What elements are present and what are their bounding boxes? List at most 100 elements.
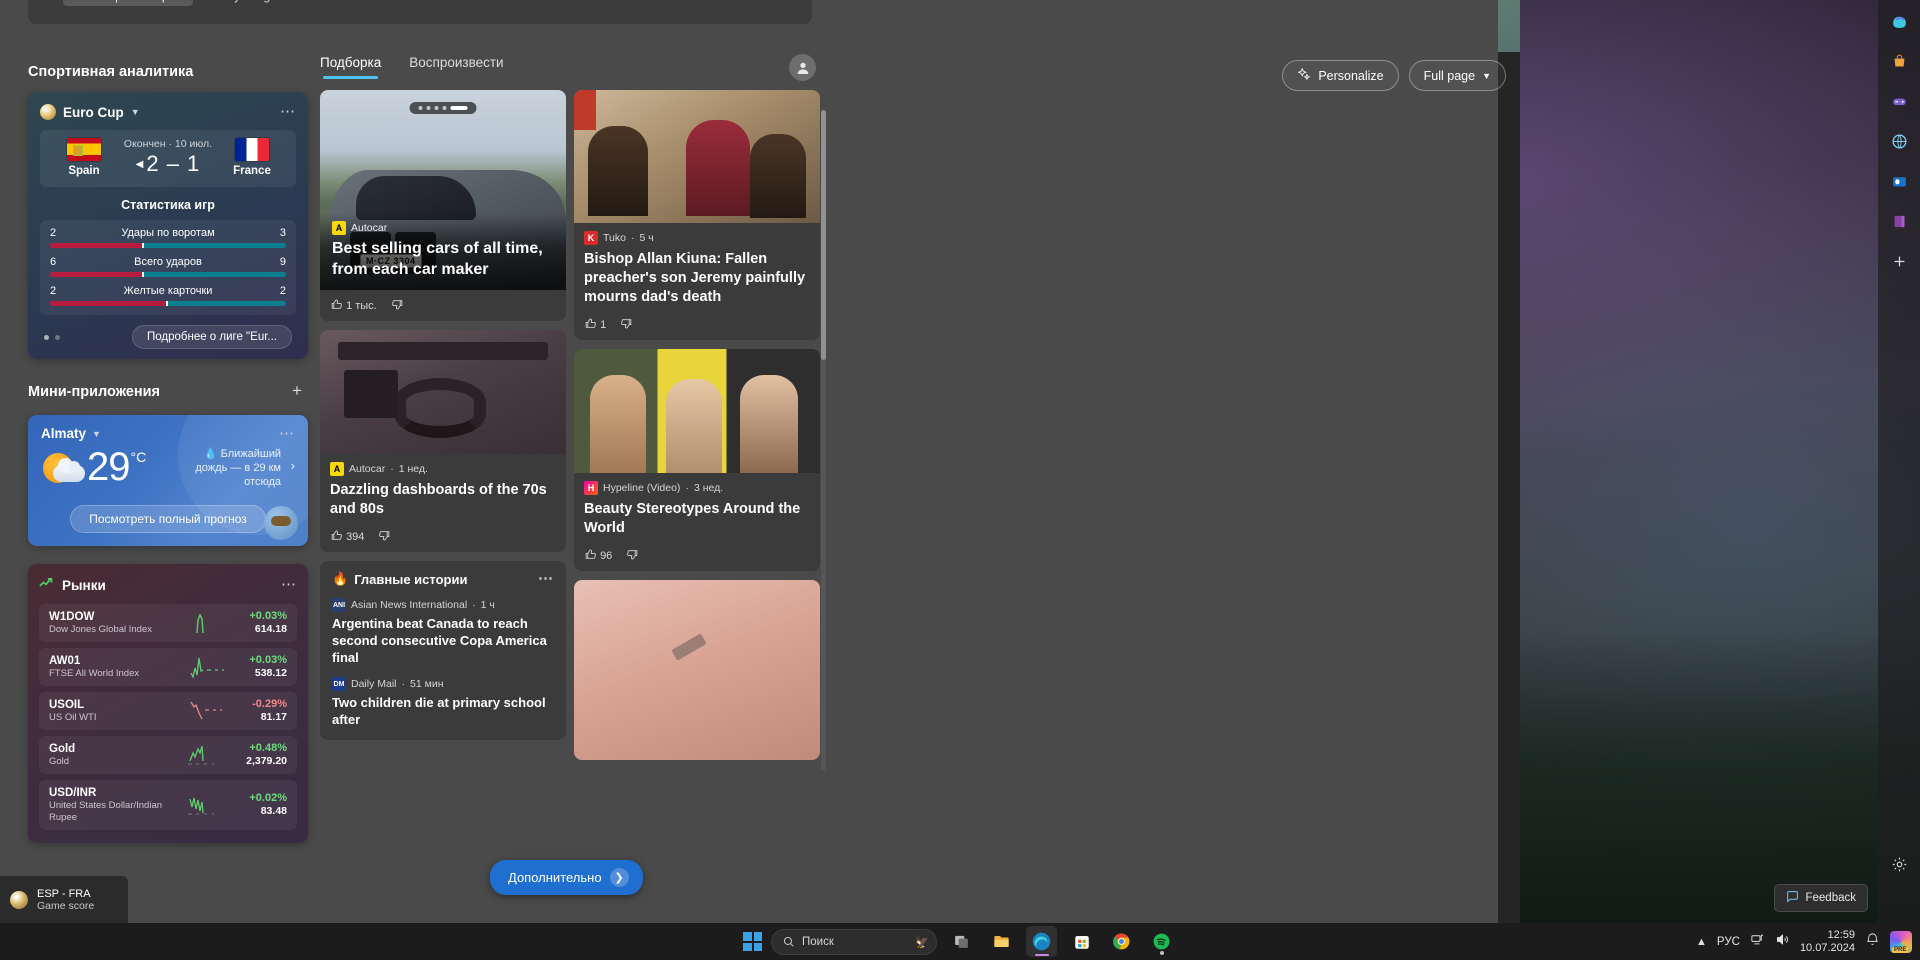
hero-news-card[interactable]: M·CZ 3304 A Autocar Best selling cars of… bbox=[320, 90, 566, 321]
add-tool-icon[interactable] bbox=[1886, 248, 1912, 274]
settings-gear-icon[interactable] bbox=[1886, 851, 1912, 877]
like-button[interactable]: 1 bbox=[584, 317, 606, 331]
chevron-down-icon[interactable]: ▼ bbox=[131, 107, 140, 117]
file-explorer-button[interactable] bbox=[986, 926, 1017, 957]
outlook-icon[interactable] bbox=[1886, 168, 1912, 194]
mini-apps-label: Мини-приложения bbox=[28, 384, 160, 400]
match-score-row[interactable]: Spain Окончен · 10 июл. ◀2 – 1 France bbox=[40, 130, 296, 187]
edge-sidebar-rail bbox=[1878, 0, 1920, 923]
thumbs-down-icon bbox=[379, 531, 390, 541]
dislike-button[interactable] bbox=[626, 548, 639, 562]
like-button[interactable]: 96 bbox=[584, 548, 612, 562]
search-input[interactable]: Поиск 🦅 bbox=[771, 928, 937, 955]
market-row[interactable]: USD/INR United States Dollar/Indian Rupe… bbox=[39, 780, 297, 830]
start-button[interactable] bbox=[743, 932, 762, 951]
market-row[interactable]: USOIL US Oil WTI -0.29% 81.17 bbox=[39, 692, 297, 730]
card-source-label: Hypeline (Video) bbox=[603, 482, 681, 494]
market-row[interactable]: Gold Gold +0.48% 2,379.20 bbox=[39, 736, 297, 774]
network-icon[interactable] bbox=[1750, 932, 1765, 952]
notifications-bell-icon[interactable] bbox=[1865, 932, 1880, 952]
top-stories-more-options[interactable]: ⋯ bbox=[538, 571, 554, 586]
weather-more-options[interactable]: ⋯ bbox=[279, 426, 295, 441]
top-story-item[interactable]: DM Daily Mail · 51 мин Two children die … bbox=[332, 677, 554, 728]
more-button[interactable]: Дополнительно ❯ bbox=[490, 860, 643, 895]
volume-icon[interactable] bbox=[1775, 932, 1790, 952]
market-symbol: W1DOW bbox=[49, 611, 95, 623]
chevron-down-icon[interactable]: ▼ bbox=[92, 429, 101, 439]
card-body: A Autocar · 1 нед. Dazzling dashboards o… bbox=[320, 454, 566, 552]
personalize-button[interactable]: Personalize bbox=[1282, 60, 1399, 91]
sports-pager[interactable] bbox=[40, 334, 60, 340]
add-mini-app-button[interactable]: + bbox=[286, 381, 308, 403]
market-change: +0.02% bbox=[249, 792, 287, 804]
full-forecast-button[interactable]: Посмотреть полный прогноз bbox=[70, 505, 266, 533]
stat-home-value: 2 bbox=[50, 227, 57, 239]
dislike-button[interactable] bbox=[378, 529, 391, 543]
droplet-icon: 💧 bbox=[203, 448, 218, 460]
card-meta: K Tuko · 5 ч bbox=[584, 231, 810, 245]
avatar[interactable] bbox=[789, 54, 816, 81]
card-thumbnail bbox=[574, 580, 820, 760]
market-price: 2,379.20 bbox=[246, 755, 287, 767]
carousel-indicator[interactable] bbox=[409, 102, 477, 114]
stat-bar bbox=[50, 243, 286, 248]
thumbs-up-icon bbox=[585, 549, 596, 559]
chrome-button[interactable] bbox=[1106, 926, 1137, 957]
top-story-item[interactable]: ANI Asian News International · 1 ч Argen… bbox=[332, 598, 554, 666]
tab-vosproizvesti[interactable]: Воспроизвести bbox=[409, 55, 503, 79]
show-hidden-icons-button[interactable]: ▲ bbox=[1696, 936, 1707, 948]
price-alert-source: Money Insight · 3 мин bbox=[203, 0, 325, 3]
dislike-button[interactable] bbox=[620, 317, 633, 331]
match-stats-box: 2 Удары по воротам 3 6 Всего ударов 9 2 … bbox=[40, 220, 296, 315]
microsoft-store-button[interactable] bbox=[1066, 926, 1097, 957]
story-time: 51 мин bbox=[410, 678, 444, 690]
sports-more-options[interactable]: ⋯ bbox=[280, 104, 296, 119]
sports-card-footer: Подробнее о лиге "Eur... bbox=[40, 325, 296, 349]
page-mode-button[interactable]: Full page ▼ bbox=[1408, 60, 1506, 91]
market-values: -0.29% 81.17 bbox=[235, 698, 287, 724]
price-alert-toast[interactable]: Оповещение о цене Money Insight · 3 мин bbox=[28, 0, 812, 24]
like-count: 1 bbox=[600, 319, 607, 331]
market-row[interactable]: AW01 FTSE All World Index +0.03% 538.12 bbox=[39, 648, 297, 686]
browser-essentials-icon[interactable] bbox=[1886, 128, 1912, 154]
copilot-icon[interactable] bbox=[1886, 8, 1912, 34]
clock[interactable]: 12:59 10.07.2024 bbox=[1800, 929, 1855, 955]
tab-podborka[interactable]: Подборка bbox=[320, 55, 381, 79]
onenote-icon[interactable] bbox=[1886, 208, 1912, 234]
like-button[interactable]: 1 тыс. bbox=[330, 298, 377, 312]
game-score-popup[interactable]: ESP - FRA Game score bbox=[0, 876, 128, 923]
task-view-button[interactable] bbox=[946, 926, 977, 957]
card-footer: 394 bbox=[330, 529, 556, 543]
market-price: 83.48 bbox=[260, 805, 287, 817]
spotify-button[interactable] bbox=[1146, 926, 1177, 957]
language-indicator[interactable]: РУС bbox=[1717, 936, 1740, 948]
shopping-icon[interactable] bbox=[1886, 48, 1912, 74]
edge-browser-button[interactable] bbox=[1026, 926, 1057, 957]
market-change: +0.03% bbox=[249, 654, 287, 666]
market-row[interactable]: W1DOW Dow Jones Global Index +0.03% 614.… bbox=[39, 604, 297, 642]
feed-scrollbar[interactable] bbox=[821, 110, 826, 770]
market-values: +0.02% 83.48 bbox=[235, 792, 287, 818]
news-card-skin[interactable] bbox=[574, 580, 820, 760]
card-meta: A Autocar · 1 нед. bbox=[330, 462, 556, 476]
markets-more-options[interactable]: ⋯ bbox=[281, 577, 297, 592]
like-button[interactable]: 394 bbox=[330, 529, 364, 543]
game-score-label: Game score bbox=[37, 899, 95, 912]
news-card-bishop[interactable]: K Tuko · 5 ч Bishop Allan Kiuna: Fallen … bbox=[574, 90, 820, 340]
card-separator: · bbox=[685, 482, 689, 494]
card-title: Beauty Stereotypes Around the World bbox=[584, 501, 801, 536]
copilot-preview-icon[interactable] bbox=[1890, 930, 1912, 953]
feedback-button[interactable]: Feedback bbox=[1774, 884, 1868, 912]
games-icon[interactable] bbox=[1886, 88, 1912, 114]
weather-note[interactable]: 💧 Ближайший дождь — в 29 км отсюда › bbox=[177, 447, 295, 489]
stats-title: Статистика игр bbox=[121, 198, 215, 212]
league-more-button[interactable]: Подробнее о лиге "Eur... bbox=[131, 325, 292, 349]
autocar-logo-icon: A bbox=[330, 462, 344, 476]
news-card-beauty[interactable]: H Hypeline (Video) · 3 нед. Beauty Stere… bbox=[574, 349, 820, 571]
dislike-button[interactable] bbox=[391, 298, 404, 312]
chevron-right-icon[interactable]: › bbox=[291, 459, 295, 473]
sparkline-up-icon bbox=[196, 613, 204, 634]
partly-sunny-icon bbox=[41, 451, 87, 491]
card-thumbnail bbox=[320, 330, 566, 454]
news-card-dashboards[interactable]: A Autocar · 1 нед. Dazzling dashboards o… bbox=[320, 330, 566, 552]
